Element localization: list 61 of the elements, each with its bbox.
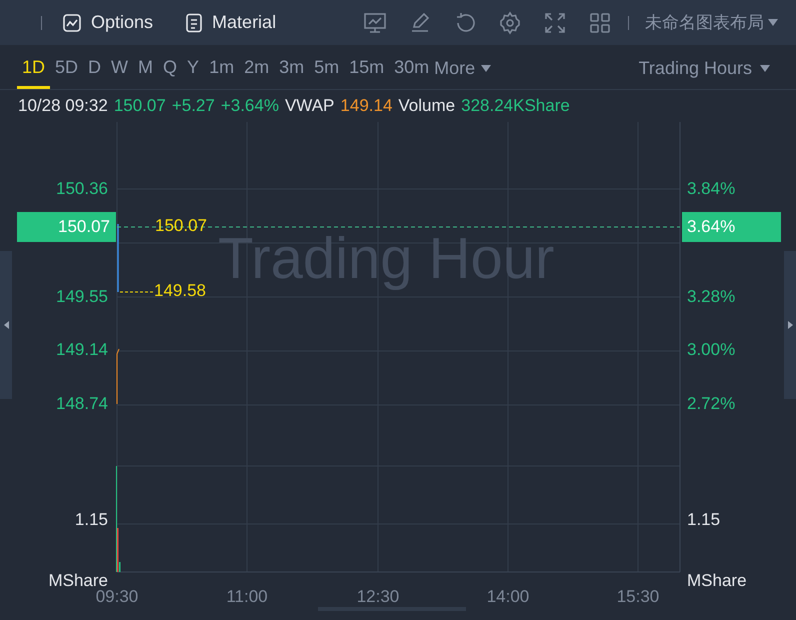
price-axis-label: 149.55 [56,287,108,307]
volume-axis-label: 1.15 [687,510,720,530]
timeframe-tab[interactable]: 30m [389,45,434,89]
caret-icon [768,19,778,26]
volume-unit-label: MShare [687,571,747,591]
percent-axis-label: 2.72% [687,394,736,414]
timeframe-tab[interactable]: Y [182,45,204,89]
price-axis-label: 150.36 [56,179,108,199]
vwap-label: VWAP [284,95,334,118]
price-axis-label: 149.14 [56,340,108,360]
quote-price: 150.07 [114,95,166,118]
left-panel-handle[interactable] [0,251,12,399]
more-dropdown[interactable]: More [434,45,492,89]
right-panel-handle[interactable] [784,251,796,399]
time-axis-label: 09:30 [94,587,140,607]
settings-icon[interactable] [498,10,522,34]
session-dropdown[interactable]: Trading Hours [638,45,770,89]
volume-label: Volume [398,95,456,118]
timeframe-tab[interactable]: M [133,45,158,89]
toolbar-button[interactable]: Material [185,9,276,36]
timeframe-tab[interactable]: 1m [204,45,240,89]
fullscreen-icon[interactable] [543,10,567,34]
right-arrow-icon [788,321,792,329]
percent-axis-label: 3.28% [687,287,736,307]
toolbar-button[interactable]: Options [62,9,154,36]
current-percent-badge: 3.64% [682,212,781,242]
timeframe-tab[interactable]: W [106,45,134,89]
quote-change: +5.27 [172,95,215,118]
vwap-value: 149.14 [340,95,392,118]
document-icon [185,12,204,32]
time-axis-label: 11:00 [225,587,269,607]
timeframe-tab[interactable]: Q [158,45,182,89]
chart-icon [62,12,82,32]
current-price-badge: 150.07 [17,212,116,242]
percent-axis-label: 3.84% [687,179,736,199]
caret-icon [481,65,492,72]
timeframe-tab[interactable]: 1D [17,45,50,89]
timeframe-tab[interactable]: 3m [274,45,310,89]
timeframe-tab[interactable]: 15m [344,45,390,89]
low-price-label: 149.58 [154,281,206,301]
grid-layout-icon[interactable] [588,10,612,34]
monitor-chart-icon[interactable] [363,10,387,34]
layout-dropdown[interactable]: 未命名图表布局 [645,10,778,36]
time-axis-label: 12:30 [356,587,400,607]
time-axis-label: 14:00 [486,587,530,607]
caret-icon [760,65,770,72]
high-price-label: 150.07 [155,216,207,236]
low-dashed-line [120,291,154,293]
volume-unit-label: MShare [48,571,108,590]
timeframe-tab[interactable]: D [83,45,106,89]
percent-axis-label: 3.00% [687,340,736,360]
quote-time: 10/28 09:32 [18,95,108,118]
timeframe-tab[interactable]: 5m [309,45,344,89]
time-axis-label: 15:30 [616,587,660,607]
quote-change-percent: +3.64% [220,95,279,118]
timeframe-tab[interactable]: 2m [239,45,274,89]
left-arrow-icon [4,321,8,329]
price-axis-label: 148.74 [56,394,108,414]
volume-axis-label: 1.15 [74,510,108,530]
timeframe-tab[interactable]: 5D [50,45,84,89]
volume-value: 328.24KShare [461,95,570,118]
